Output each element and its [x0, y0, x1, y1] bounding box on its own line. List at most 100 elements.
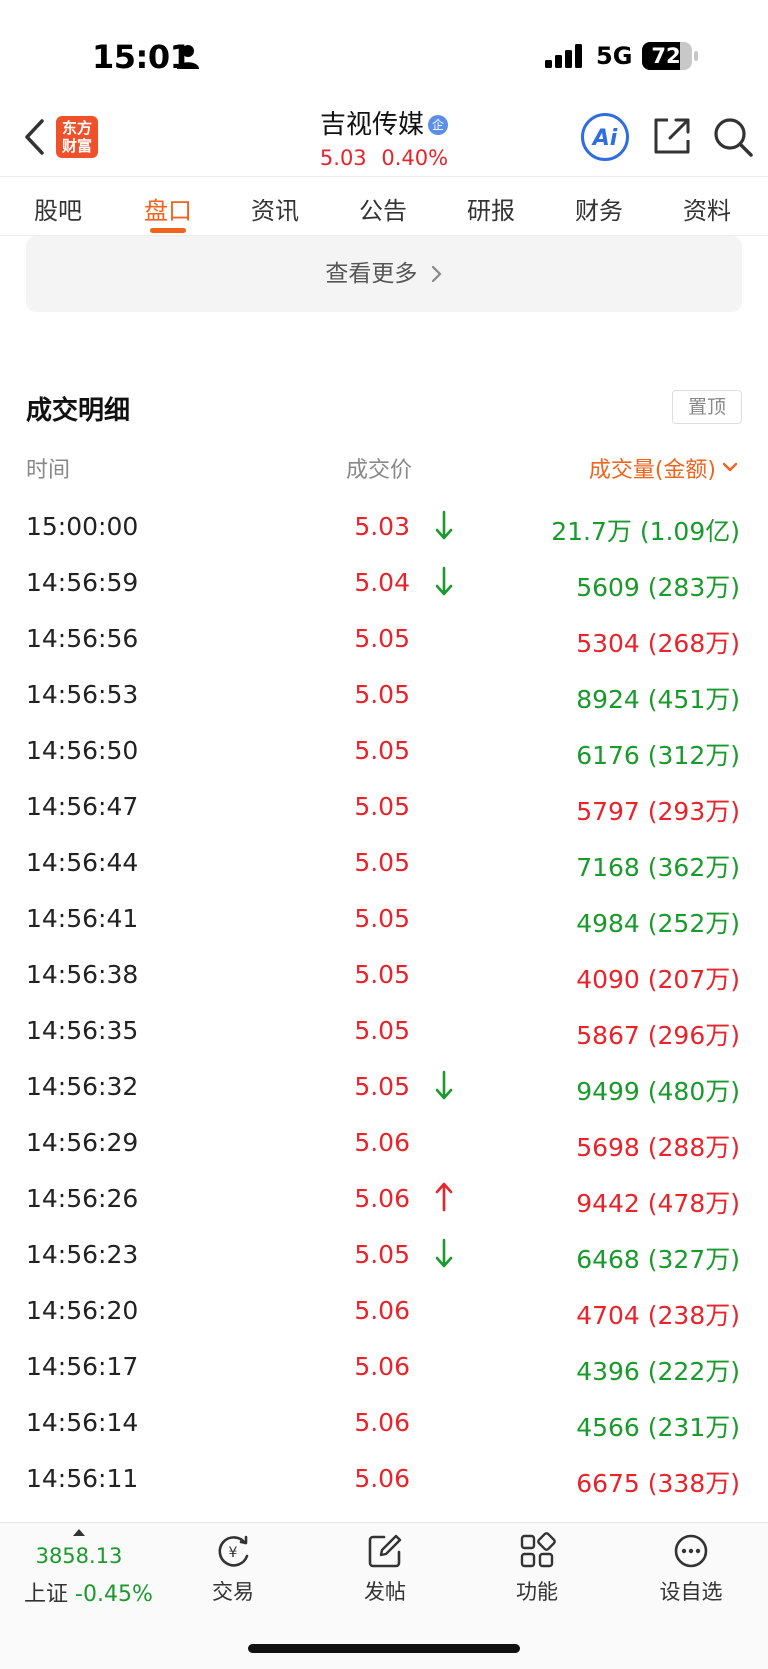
trade-time: 14:56:50	[26, 736, 139, 765]
compose-icon	[368, 1534, 402, 1568]
trade-volume: 8924 (451万)	[576, 685, 740, 714]
trade-volume: 4090 (207万)	[576, 965, 740, 994]
trade-volume: 6675 (338万)	[576, 1469, 740, 1498]
search-icon[interactable]	[712, 116, 754, 158]
index-change: -0.45%	[75, 1582, 153, 1607]
svg-text:¥: ¥	[229, 1545, 238, 1561]
table-row: 15:00:00 5.03 21.7万 (1.09亿)	[0, 502, 768, 558]
trade-list: 15:00:00 5.03 21.7万 (1.09亿) 14:56:59 5.04 560…	[0, 502, 768, 1510]
trade-time: 14:56:53	[26, 680, 139, 709]
stock-title: 吉视传媒企	[240, 104, 528, 141]
index-name: 上证	[24, 1582, 69, 1607]
trade-volume: 5797 (293万)	[576, 797, 740, 826]
app-logo: 东方 财富	[56, 116, 98, 158]
nav-add-watchlist[interactable]: 设自选	[646, 1532, 736, 1606]
home-indicator[interactable]	[248, 1644, 520, 1653]
trade-time: 14:56:23	[26, 1240, 139, 1269]
trade-time: 14:56:14	[26, 1408, 139, 1437]
trade-price: 5.05	[354, 624, 410, 653]
trade-time: 14:56:20	[26, 1296, 139, 1325]
trade-time: 15:00:00	[26, 512, 139, 541]
table-row: 14:56:35 5.05 5867 (296万)	[0, 1006, 768, 1062]
trade-volume: 5698 (288万)	[576, 1133, 740, 1162]
stock-quote: 5.03 0.40%	[240, 146, 528, 170]
table-row: 14:56:11 5.06 6675 (338万)	[0, 1454, 768, 1510]
chevron-down-icon	[722, 462, 738, 472]
share-icon[interactable]	[652, 116, 692, 156]
tab-research[interactable]: 研报	[451, 191, 531, 226]
trade-price: 5.04	[354, 568, 410, 597]
trade-time: 14:56:32	[26, 1072, 139, 1101]
trade-volume: 9499 (480万)	[576, 1077, 740, 1106]
trade-time: 14:56:41	[26, 904, 139, 933]
trade-price: 5.06	[354, 1408, 410, 1437]
stock-change: 0.40%	[381, 146, 449, 170]
tab-announcements[interactable]: 公告	[343, 191, 423, 226]
logo-line1: 东方	[61, 119, 92, 137]
nav-trade[interactable]: ¥ 交易	[188, 1532, 278, 1606]
pin-top-button[interactable]: 置顶	[672, 390, 742, 424]
index-ticker[interactable]: 上证 -0.45%	[24, 1576, 153, 1608]
trade-volume: 4984 (252万)	[576, 909, 740, 938]
arrow-down-icon	[435, 566, 453, 596]
table-row: 14:56:50 5.05 6176 (312万)	[0, 726, 768, 782]
table-row: 14:56:29 5.06 5698 (288万)	[0, 1118, 768, 1174]
index-value[interactable]: 3858.13	[26, 1544, 132, 1568]
nav-label: 发帖	[364, 1580, 406, 1604]
trade-volume: 5609 (283万)	[576, 573, 740, 602]
signal-icon	[545, 44, 582, 68]
trade-volume: 21.7万 (1.09亿)	[551, 517, 740, 546]
trade-price: 5.06	[354, 1296, 410, 1325]
table-row: 14:56:41 5.05 4984 (252万)	[0, 894, 768, 950]
stock-name: 吉视传媒	[319, 110, 424, 140]
trade-time: 14:56:29	[26, 1128, 139, 1157]
trade-time: 14:56:17	[26, 1352, 139, 1381]
caret-up-icon[interactable]	[72, 1528, 86, 1536]
tab-finance[interactable]: 财务	[559, 191, 639, 226]
nav-compose[interactable]: 发帖	[340, 1532, 430, 1606]
trade-price: 5.05	[354, 1240, 410, 1269]
arrow-up-icon	[435, 1182, 453, 1212]
trade-volume: 4396 (222万)	[576, 1357, 740, 1386]
ai-assistant-icon[interactable]: Ai	[580, 112, 630, 162]
nav-label: 设自选	[659, 1580, 723, 1604]
grid-icon	[520, 1532, 556, 1568]
volume-sort-dropdown[interactable]: 成交量(金额)	[589, 452, 738, 484]
arrow-down-icon	[435, 1070, 453, 1100]
trade-price: 5.05	[354, 960, 410, 989]
battery-level: 72	[651, 44, 681, 68]
view-more-button[interactable]: 查看更多	[26, 236, 742, 312]
svg-text:Ai: Ai	[591, 126, 618, 151]
trade-price: 5.03	[354, 512, 410, 541]
active-tab-indicator	[150, 228, 186, 233]
trade-price: 5.05	[354, 680, 410, 709]
tab-profile[interactable]: 资料	[667, 191, 747, 226]
tab-pankou[interactable]: 盘口	[128, 191, 208, 226]
tab-news[interactable]: 资讯	[235, 191, 315, 226]
trade-volume: 6468 (327万)	[576, 1245, 740, 1274]
chevron-right-icon	[431, 265, 442, 283]
table-row: 14:56:44 5.05 7168 (362万)	[0, 838, 768, 894]
logo-line2: 财富	[61, 137, 92, 155]
trade-volume: 4704 (238万)	[576, 1301, 740, 1330]
trade-time: 14:56:44	[26, 848, 139, 877]
tab-guba[interactable]: 股吧	[18, 191, 98, 226]
trade-price: 5.05	[354, 904, 410, 933]
section-title: 成交明细	[26, 396, 131, 426]
trade-time: 14:56:35	[26, 1016, 139, 1045]
person-icon	[177, 45, 199, 69]
trade-price: 5.06	[354, 1352, 410, 1381]
column-header-price: 成交价	[346, 458, 413, 483]
more-icon	[674, 1534, 708, 1568]
trade-volume: 9442 (478万)	[576, 1189, 740, 1218]
network-type: 5G	[596, 42, 633, 70]
nav-functions[interactable]: 功能	[492, 1532, 582, 1606]
arrow-down-icon	[435, 510, 453, 540]
back-icon[interactable]	[22, 118, 46, 156]
trade-price: 5.06	[354, 1184, 410, 1213]
table-row: 14:56:14 5.06 4566 (231万)	[0, 1398, 768, 1454]
trade-volume: 6176 (312万)	[576, 741, 740, 770]
trade-price: 5.05	[354, 848, 410, 877]
table-row: 14:56:32 5.05 9499 (480万)	[0, 1062, 768, 1118]
arrow-down-icon	[435, 1238, 453, 1268]
